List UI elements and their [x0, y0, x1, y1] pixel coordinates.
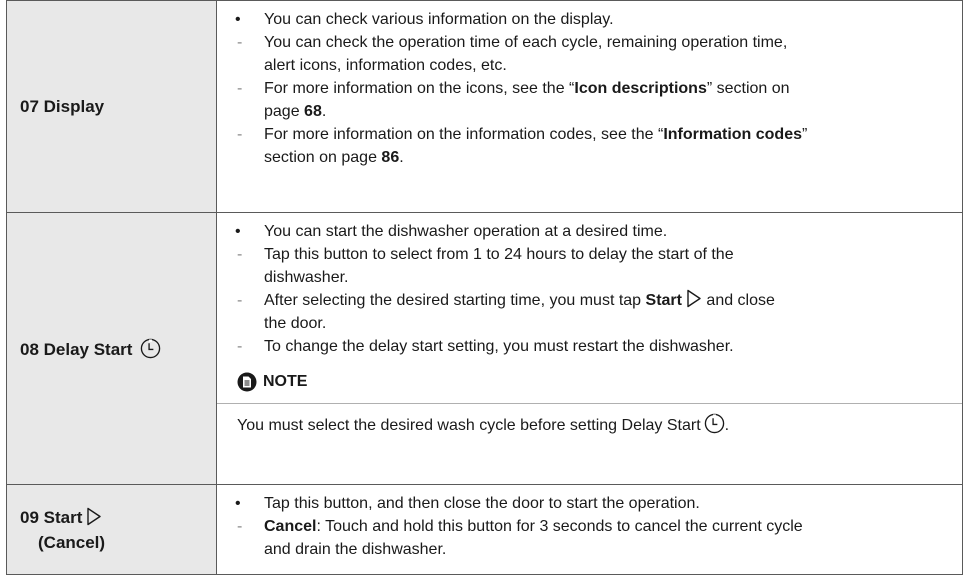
dash-item: - To change the delay start setting, you…	[237, 335, 962, 358]
dash-text-cont: dishwasher.	[264, 269, 349, 286]
row-label: 09 Start	[20, 507, 83, 527]
dash-item: - Cancel: Touch and hold this button for…	[237, 515, 962, 561]
page-ref: 68	[304, 103, 322, 120]
row-label-display: 07 Display	[6, 0, 217, 213]
dash-mark: -	[237, 80, 243, 97]
dash-item: - For more information on the icons, see…	[237, 77, 962, 123]
row-label: 07 Display	[20, 96, 105, 116]
dash-text: Tap this button to select from 1 to 24 h…	[264, 246, 734, 263]
dash-text: After selecting the desired starting tim…	[264, 292, 646, 309]
note-body: You must select the desired wash cycle b…	[217, 403, 962, 437]
play-outline-icon	[87, 507, 102, 525]
bullet-text: You can check various information on the…	[264, 11, 614, 28]
note-text-end: .	[724, 417, 730, 434]
dash-text: To change the delay start setting, you m…	[264, 338, 734, 355]
dash-text: the door.	[264, 315, 327, 332]
bullet-dot: •	[235, 223, 241, 240]
page-ref: 86	[381, 149, 400, 166]
dash-text: .	[321, 103, 327, 120]
table-row-display: 07 Display • You can check various infor…	[6, 0, 963, 213]
dash-text: page	[264, 103, 305, 120]
row-label-sub: (Cancel)	[38, 532, 106, 552]
table-row-delay-start: 08 Delay Start • You can start the dishw…	[6, 212, 963, 485]
bullet-item: • You can check various information on t…	[217, 8, 962, 31]
row-label: 08 Delay Start	[20, 339, 133, 359]
cancel-ref: Cancel	[264, 518, 317, 535]
dash-text-cont: alert icons, information codes, etc.	[264, 57, 507, 74]
bullet-text: Tap this button, and then close the door…	[264, 495, 700, 512]
dash-mark: -	[237, 126, 243, 143]
row-description-display: • You can check various information on t…	[216, 0, 963, 213]
feature-table: 07 Display • You can check various infor…	[6, 0, 963, 575]
note-heading: NOTE	[217, 370, 962, 393]
dash-text: You can check the operation time of each…	[264, 34, 788, 51]
row-label-start: 09 Start (Cancel)	[6, 484, 217, 575]
dash-text: For more information on the information …	[264, 126, 664, 143]
row-label-delay-start: 08 Delay Start	[6, 212, 217, 485]
bullet-dot: •	[235, 11, 241, 28]
dash-text: : Touch and hold this button for 3 secon…	[316, 518, 803, 535]
bullet-text: You can start the dishwasher operation a…	[264, 223, 668, 240]
dash-item: - After selecting the desired starting t…	[237, 289, 962, 335]
dash-mark: -	[237, 518, 243, 535]
dash-item: - For more information on the informatio…	[237, 123, 962, 169]
dash-text: ”	[802, 126, 808, 143]
section-ref-information-codes: Information codes	[663, 126, 802, 143]
dash-mark: -	[237, 34, 243, 51]
start-button-ref: Start	[645, 292, 682, 309]
dash-mark: -	[237, 292, 243, 309]
bullet-item: • You can start the dishwasher operation…	[217, 220, 962, 243]
dash-item: - Tap this button to select from 1 to 24…	[237, 243, 962, 289]
dash-text: For more information on the icons, see t…	[264, 80, 575, 97]
note-text: You must select the desired wash cycle b…	[237, 417, 701, 434]
row-description-start: • Tap this button, and then close the do…	[216, 484, 963, 575]
dash-text: .	[399, 149, 404, 166]
dash-text: ” section on	[706, 80, 790, 97]
clock-icon	[704, 413, 724, 434]
dash-mark: -	[237, 338, 243, 355]
bullet-item: • Tap this button, and then close the do…	[217, 492, 962, 515]
dash-mark: -	[237, 246, 243, 263]
play-outline-icon	[687, 289, 701, 308]
dash-item: - You can check the operation time of ea…	[237, 31, 962, 77]
table-row-start: 09 Start (Cancel) • Tap this button, and…	[6, 484, 963, 575]
clock-icon	[140, 338, 161, 358]
dash-text: section on page	[264, 149, 382, 166]
dash-text: and close	[701, 292, 775, 309]
note-title: NOTE	[263, 373, 308, 390]
note-icon	[237, 372, 257, 391]
section-ref-icon-descriptions: Icon descriptions	[574, 80, 707, 97]
bullet-dot: •	[235, 495, 241, 512]
dash-text-cont: and drain the dishwasher.	[264, 541, 447, 558]
row-description-delay-start: • You can start the dishwasher operation…	[216, 212, 963, 485]
